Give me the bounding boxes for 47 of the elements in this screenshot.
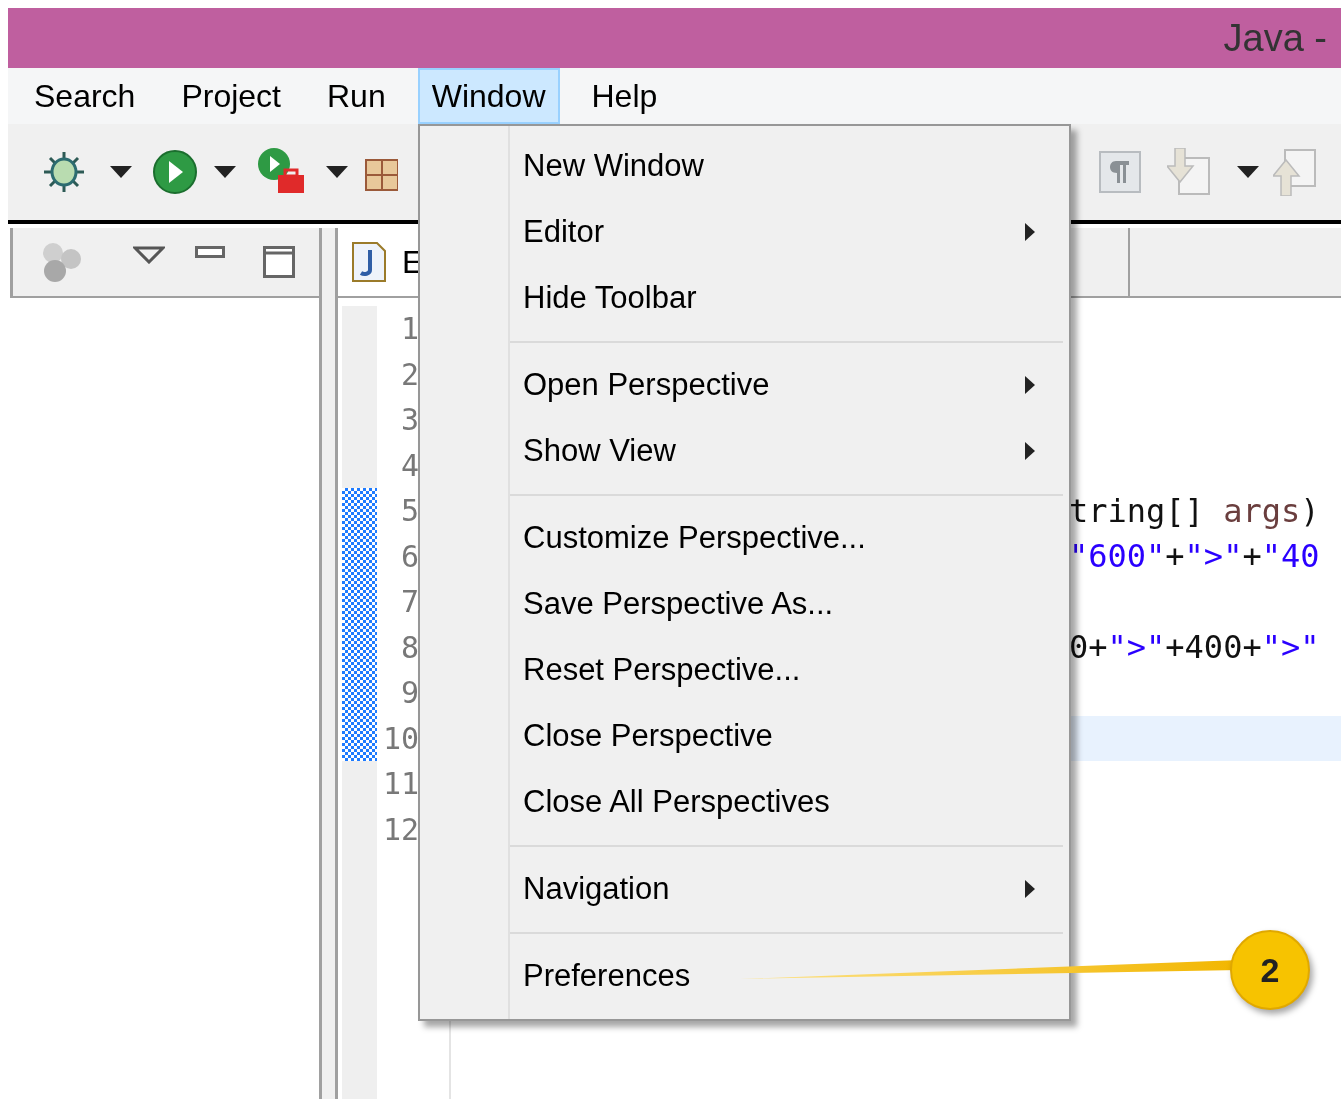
minimize-icon[interactable]	[195, 246, 225, 258]
code-line: "600"+">"+"40	[1069, 536, 1320, 578]
line-number: 10	[382, 719, 419, 758]
menu-bar-item[interactable]: Help	[577, 68, 672, 124]
code-line: 0+">"+400+">"	[1069, 627, 1320, 669]
maximize-icon[interactable]	[263, 246, 295, 278]
menu-bar-item[interactable]: Search	[20, 68, 150, 124]
menu-item[interactable]: Close All Perspectives	[420, 769, 1063, 835]
line-number: 4	[400, 446, 419, 485]
line-number: 6	[400, 537, 419, 576]
dropdown-caret-icon[interactable]	[214, 166, 236, 178]
line-number: 12	[382, 810, 419, 849]
menu-item[interactable]: Reset Perspective...	[420, 637, 1063, 703]
line-number: 11	[382, 765, 419, 804]
menu-item[interactable]: Save Perspective As...	[420, 571, 1063, 637]
line-number: 1	[400, 310, 419, 349]
line-number: 5	[400, 492, 419, 531]
menu-item[interactable]: Customize Perspective...	[420, 505, 1063, 571]
view-menu-icon[interactable]	[133, 246, 165, 264]
menu-item[interactable]: Show View	[420, 418, 1063, 484]
menu-item[interactable]: Open Perspective	[420, 352, 1063, 418]
line-number: 2	[400, 355, 419, 394]
menu-item[interactable]: Editor	[420, 199, 1063, 265]
dropdown-caret-icon[interactable]	[326, 166, 348, 178]
submenu-arrow-icon	[1025, 376, 1035, 394]
menu-item[interactable]: Navigation	[420, 856, 1063, 922]
line-number: 9	[400, 674, 419, 713]
dropdown-caret-icon[interactable]	[1237, 166, 1259, 178]
submenu-arrow-icon	[1025, 880, 1035, 898]
line-number: 3	[400, 401, 419, 440]
menu-bar-item[interactable]: Project	[167, 68, 295, 124]
run-icon[interactable]	[152, 149, 198, 195]
pilcrow-icon[interactable]	[1099, 151, 1141, 193]
line-number: 8	[400, 628, 419, 667]
menu-item[interactable]: Close Perspective	[420, 703, 1063, 769]
java-file-icon	[352, 242, 386, 282]
submenu-arrow-icon	[1025, 442, 1035, 460]
menu-item[interactable]: New Window	[420, 133, 1063, 199]
submenu-arrow-icon	[1025, 223, 1035, 241]
menu-item[interactable]: Preferences	[420, 943, 1063, 1009]
code-line: tring[] args)	[1069, 490, 1320, 532]
window-title: Java -	[1223, 15, 1327, 61]
menu-item[interactable]: Hide Toolbar	[420, 265, 1063, 331]
menu-bar-item[interactable]: Window	[417, 68, 560, 124]
menu-bar-item[interactable]: Run	[313, 68, 400, 124]
dropdown-caret-icon[interactable]	[110, 166, 132, 178]
line-number: 7	[400, 583, 419, 622]
